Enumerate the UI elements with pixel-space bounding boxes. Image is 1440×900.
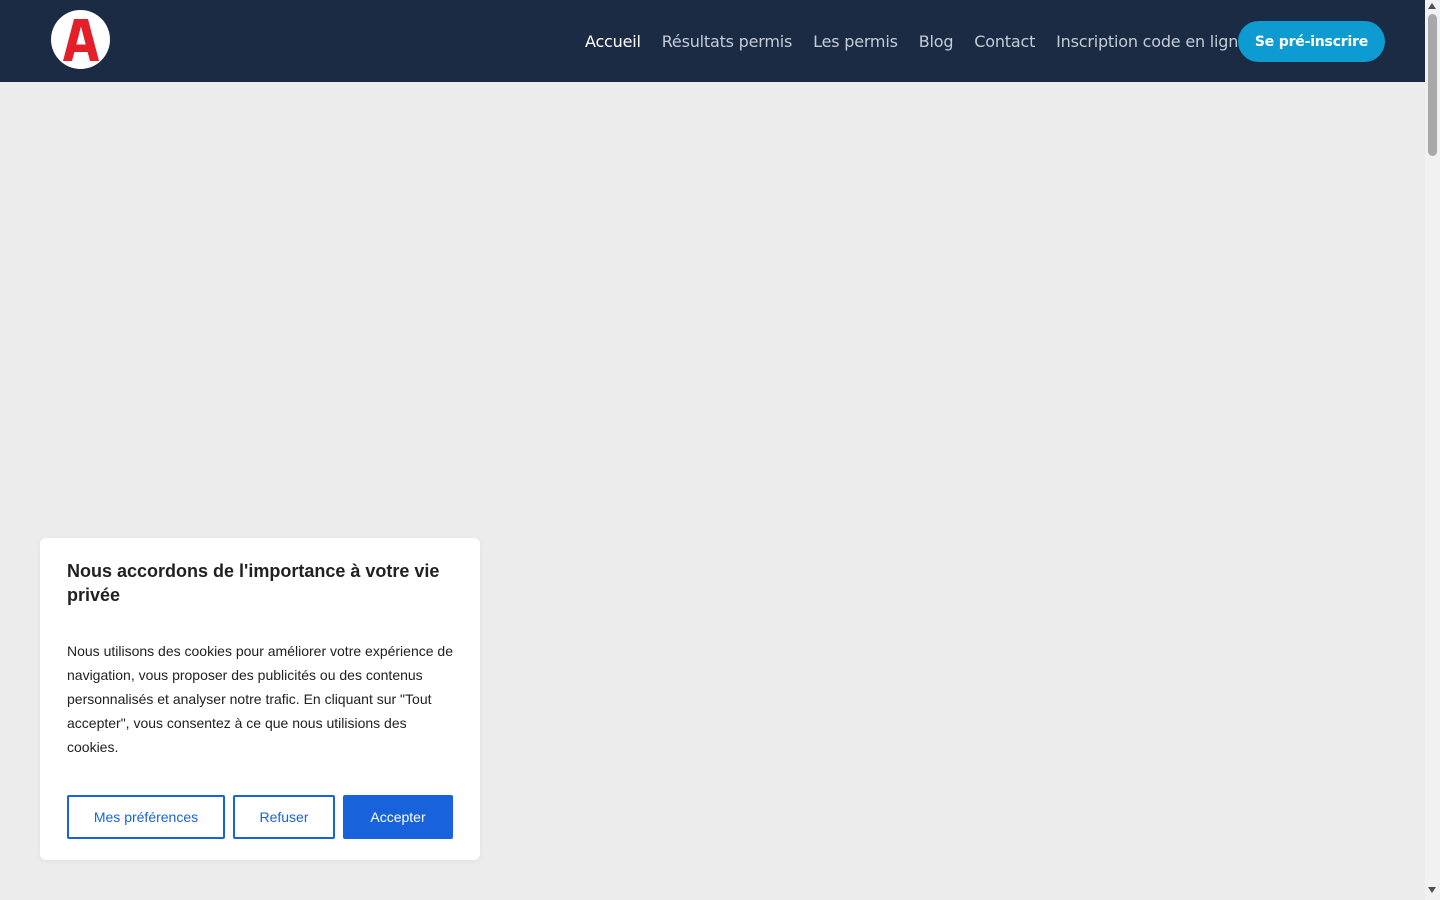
preferences-button[interactable]: Mes préférences: [67, 795, 225, 839]
nav-item-les-permis[interactable]: Les permis: [813, 32, 898, 51]
vertical-scrollbar[interactable]: [1425, 0, 1440, 900]
cookie-banner-title: Nous accordons de l'importance à votre v…: [67, 561, 440, 605]
main-nav: Accueil Résultats permis Les permis Blog…: [585, 0, 1269, 82]
nav-item-blog[interactable]: Blog: [919, 32, 954, 51]
accept-button[interactable]: Accepter: [343, 795, 453, 839]
nav-item-resultats-permis[interactable]: Résultats permis: [662, 32, 793, 51]
logo[interactable]: [51, 10, 110, 69]
logo-a-icon: [62, 18, 99, 61]
scroll-thumb[interactable]: [1428, 14, 1437, 156]
nav-item-inscription-code[interactable]: Inscription code en ligne: [1056, 32, 1248, 51]
pre-register-button[interactable]: Se pré-inscrire: [1238, 21, 1385, 62]
site-header: Accueil Résultats permis Les permis Blog…: [0, 0, 1425, 82]
nav-item-contact[interactable]: Contact: [974, 32, 1035, 51]
scroll-down-arrow-icon[interactable]: [1428, 887, 1436, 893]
refuse-button[interactable]: Refuser: [233, 795, 335, 839]
cookie-consent-banner: Nous accordons de l'importance à votre v…: [40, 538, 480, 860]
nav-item-accueil[interactable]: Accueil: [585, 32, 641, 51]
page: Accueil Résultats permis Les permis Blog…: [0, 0, 1440, 900]
cookie-banner-text: Nous utilisons des cookies pour améliore…: [67, 643, 453, 755]
scroll-up-arrow-icon[interactable]: [1428, 3, 1436, 9]
